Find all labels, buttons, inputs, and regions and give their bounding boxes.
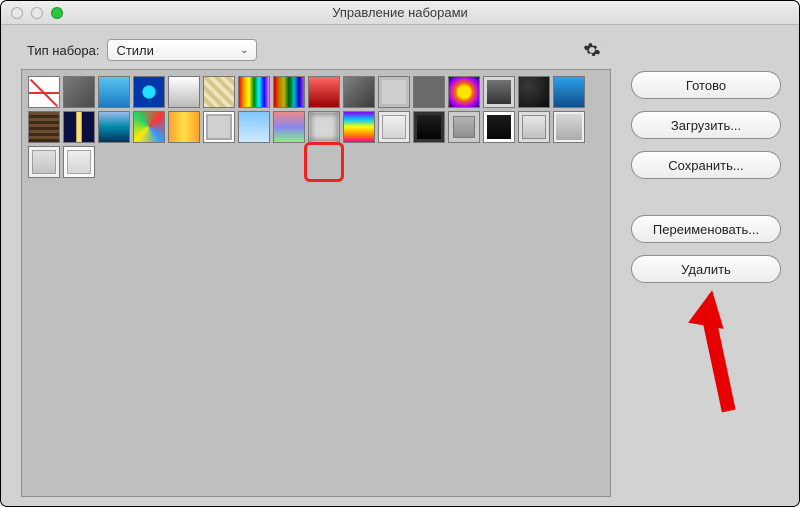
preset-swatch[interactable] [343,76,375,108]
preset-swatch[interactable] [483,111,515,143]
preset-swatch[interactable] [63,111,95,143]
preset-swatch[interactable] [133,111,165,143]
preset-swatch[interactable] [553,111,585,143]
preset-swatch[interactable] [518,111,550,143]
preset-swatch[interactable] [168,76,200,108]
preset-swatch[interactable] [238,111,270,143]
preset-swatch[interactable] [28,146,60,178]
window-title: Управление наборами [1,5,799,20]
preset-manager-window: Управление наборами Тип набора: Стили ⌄ … [0,0,800,507]
preset-type-value: Стили [116,43,153,58]
preset-swatch[interactable] [308,76,340,108]
type-label: Тип набора: [27,43,99,58]
gear-icon[interactable] [583,41,601,59]
preset-swatch[interactable] [98,111,130,143]
preset-swatch[interactable] [413,76,445,108]
preset-swatch[interactable] [448,76,480,108]
preset-swatch[interactable] [133,76,165,108]
load-button[interactable]: Загрузить... [631,111,781,139]
preset-swatch[interactable] [238,76,270,108]
preset-type-select[interactable]: Стили ⌄ [107,39,257,61]
window-body: Тип набора: Стили ⌄ Готово Загрузить... … [1,25,799,506]
preset-swatch[interactable] [518,76,550,108]
chevron-down-icon: ⌄ [240,45,248,56]
preset-swatch[interactable] [308,111,340,143]
preset-grid [22,70,610,184]
preset-swatch[interactable] [553,76,585,108]
rename-button[interactable]: Переименовать... [631,215,781,243]
done-button[interactable]: Готово [631,71,781,99]
type-row: Тип набора: Стили ⌄ [27,39,257,61]
preset-swatch[interactable] [413,111,445,143]
delete-button[interactable]: Удалить [631,255,781,283]
save-button[interactable]: Сохранить... [631,151,781,179]
preset-swatch[interactable] [343,111,375,143]
button-column: Готово Загрузить... Сохранить... Переиме… [631,71,781,283]
preset-swatch[interactable] [63,146,95,178]
spacer [631,191,781,203]
preset-swatch[interactable] [448,111,480,143]
preset-swatch[interactable] [378,76,410,108]
preset-swatch[interactable] [203,111,235,143]
preset-swatch[interactable] [28,111,60,143]
preset-swatch[interactable] [483,76,515,108]
preset-swatch[interactable] [203,76,235,108]
preset-swatch[interactable] [273,76,305,108]
preset-swatch[interactable] [98,76,130,108]
titlebar: Управление наборами [1,1,799,25]
preset-swatch[interactable] [378,111,410,143]
preset-swatch[interactable] [273,111,305,143]
preset-swatch[interactable] [168,111,200,143]
preset-panel [21,69,611,497]
preset-swatch[interactable] [63,76,95,108]
preset-swatch[interactable] [28,76,60,108]
